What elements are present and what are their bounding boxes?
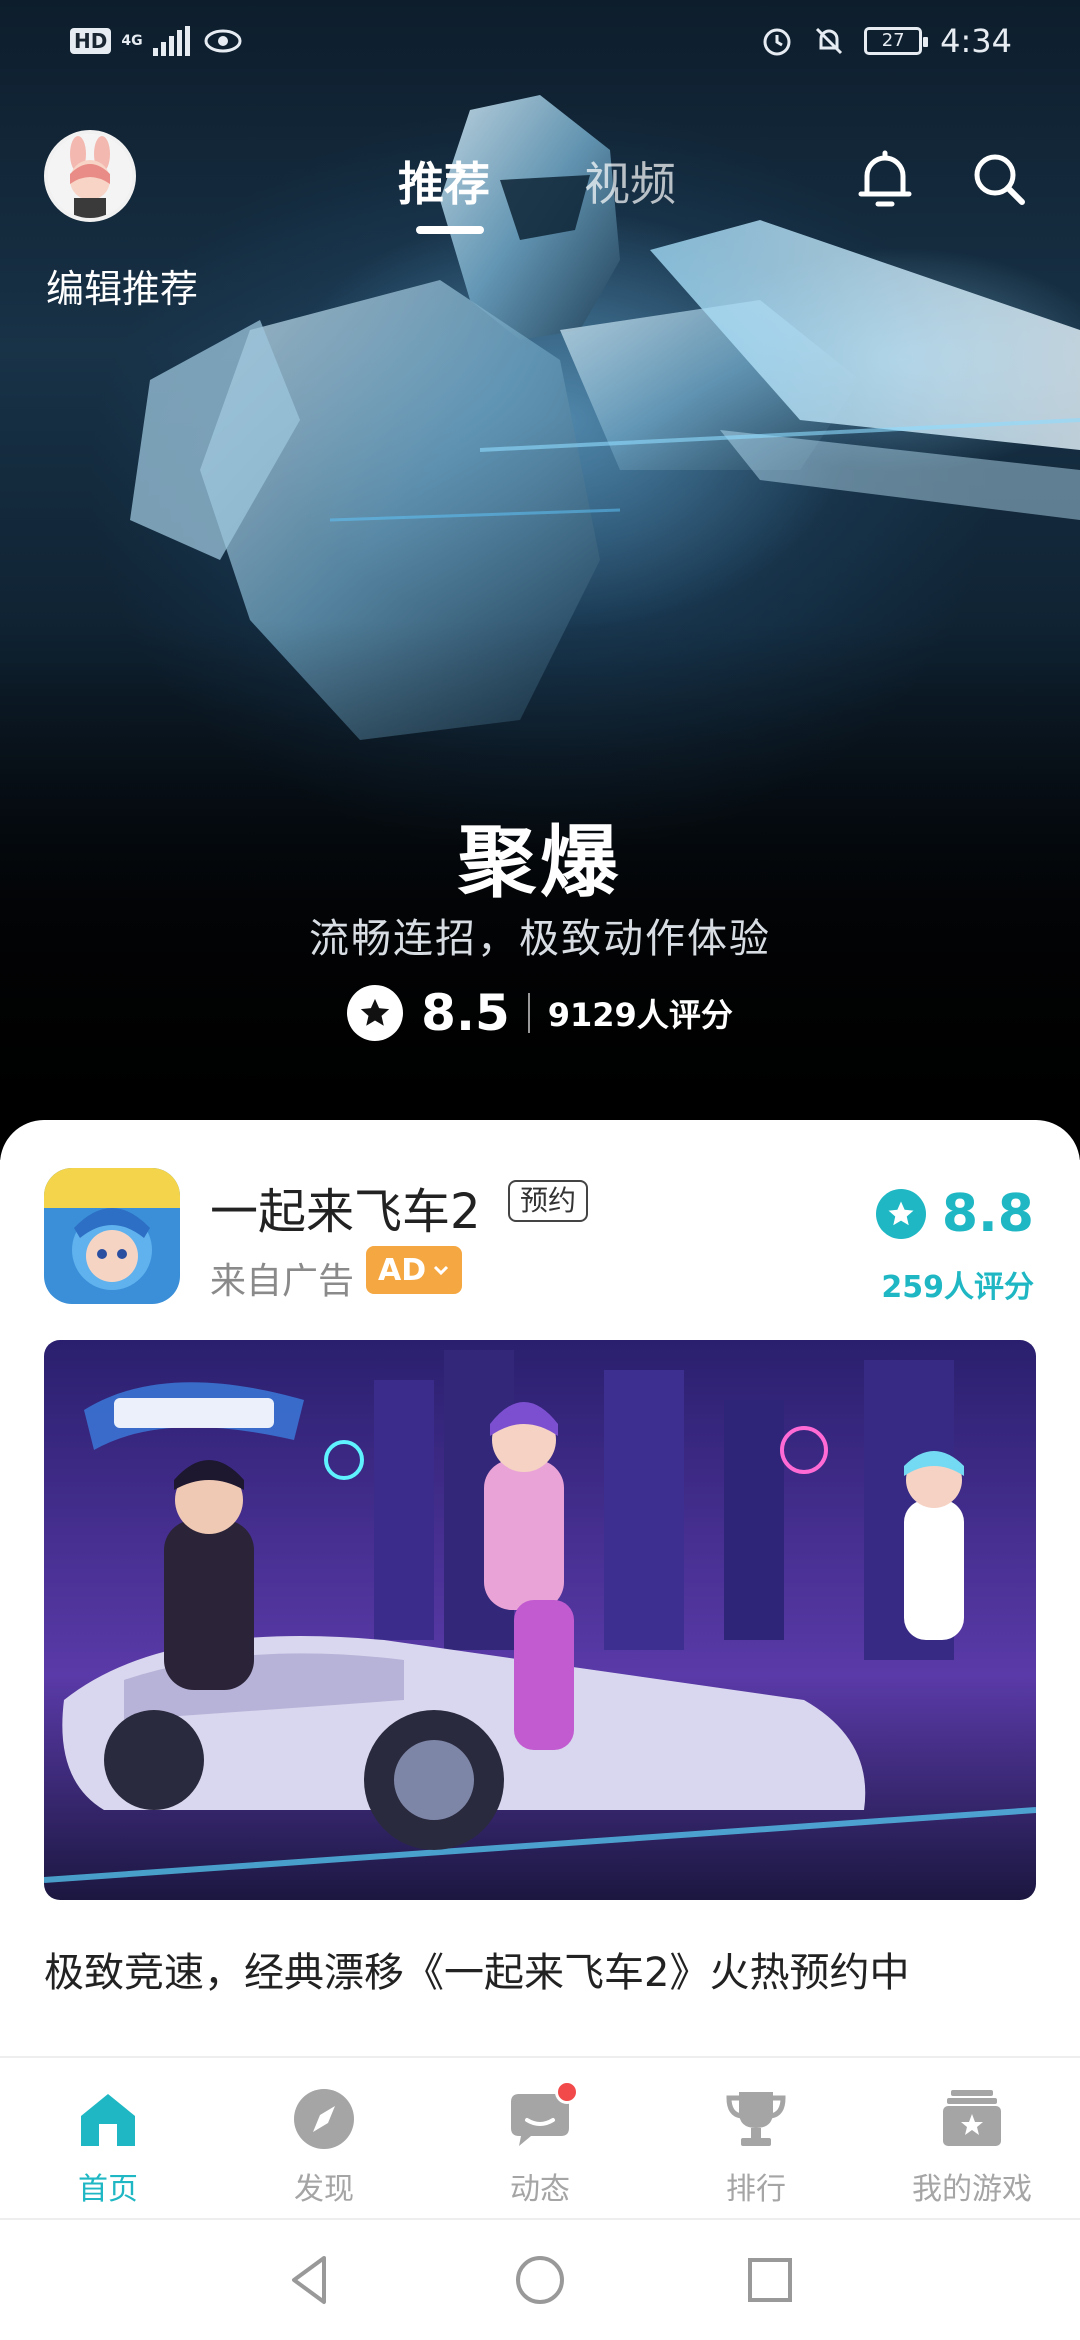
banner-artwork [44,1340,1036,1900]
reserve-tag: 预约 [508,1180,589,1222]
status-right: 27 4:34 [760,22,1012,60]
home-icon [81,2094,135,2146]
tab-ranking[interactable]: 排行 [648,2058,864,2218]
status-bar: HD 4G 27 4:34 [0,0,1080,90]
card-description[interactable]: 极致竞速，经典漂移《一起来飞车2》火热预约中 [44,1940,909,1998]
card-rating: 8.8 [875,1184,1034,1244]
tab-home[interactable]: 首页 [0,2058,216,2218]
hero-game-title: 聚爆 [457,818,622,908]
bottom-tab-bar: 首页 发现 动态 排行 我的游戏 [0,2056,1080,2218]
tab-activity-label: 动态 [510,2172,570,2207]
app-icon-image [44,1168,180,1304]
hero-banner[interactable]: HD 4G 27 4:34 推荐 视频 编辑推荐 聚爆 流畅连招，极致动作体验 … [0,0,1080,1160]
tab-discover-label: 发现 [294,2172,354,2207]
compass-icon [294,2089,354,2149]
message-icon-wrap [505,2080,579,2154]
ad-badge-label: AD [378,1252,427,1288]
hd-icon: HD [70,28,112,54]
game-card[interactable]: 一起来飞车2 预约 来自广告 AD 8.8 259人评分 极致竞速，经典漂移《一… [0,1120,1080,2060]
notification-dot [555,2080,579,2104]
tab-indicator [416,226,484,234]
game-banner-image[interactable] [44,1340,1036,1900]
star-icon [347,985,404,1041]
home-circle-icon[interactable] [510,2250,570,2310]
ad-source-label: 来自广告 [210,1261,355,1302]
star-icon [875,1189,926,1239]
hero-rating: 8.5 9129人评分 [0,984,1080,1042]
hero-rating-count: 9129人评分 [547,996,733,1034]
card-rating-count: 259人评分 [881,1270,1034,1305]
app-icon[interactable] [44,1168,180,1304]
signal-icon [152,26,190,56]
tab-recommend[interactable]: 推荐 [398,148,490,214]
avatar[interactable] [44,130,136,222]
tab-home-label: 首页 [78,2172,138,2207]
clock: 4:34 [940,22,1012,60]
app-name[interactable]: 一起来飞车2 [210,1172,481,1242]
hero-score: 8.5 [421,984,510,1042]
eye-icon [204,29,242,53]
tab-my-games-label: 我的游戏 [912,2172,1032,2207]
card-score: 8.8 [941,1184,1034,1244]
bell-icon[interactable] [850,144,920,214]
top-nav: 推荐 视频 [0,120,1080,234]
trophy-icon [726,2092,786,2146]
hero-subtitle: 流畅连招，极致动作体验 [309,916,771,962]
divider [527,993,530,1033]
system-navigation-bar [0,2218,1080,2340]
chevron-down-icon [434,1265,449,1276]
mute-icon [816,27,843,55]
tab-activity[interactable]: 动态 [432,2058,648,2218]
battery-icon: 27 [864,27,929,55]
tab-ranking-label: 排行 [726,2172,786,2207]
alarm-icon [763,28,791,56]
recent-apps-icon[interactable] [740,2250,800,2310]
tab-my-games[interactable]: 我的游戏 [864,2058,1080,2218]
ad-badge[interactable]: AD [366,1246,463,1294]
search-icon[interactable] [964,144,1034,214]
network-label: 4G [121,33,143,49]
game-box-icon [943,2090,1001,2146]
edit-recommend-label: 编辑推荐 [46,267,199,311]
tab-video[interactable]: 视频 [584,148,676,214]
tab-discover[interactable]: 发现 [216,2058,432,2218]
back-icon[interactable] [280,2250,340,2310]
avatar-image [48,134,132,218]
status-left: HD 4G [70,26,243,56]
